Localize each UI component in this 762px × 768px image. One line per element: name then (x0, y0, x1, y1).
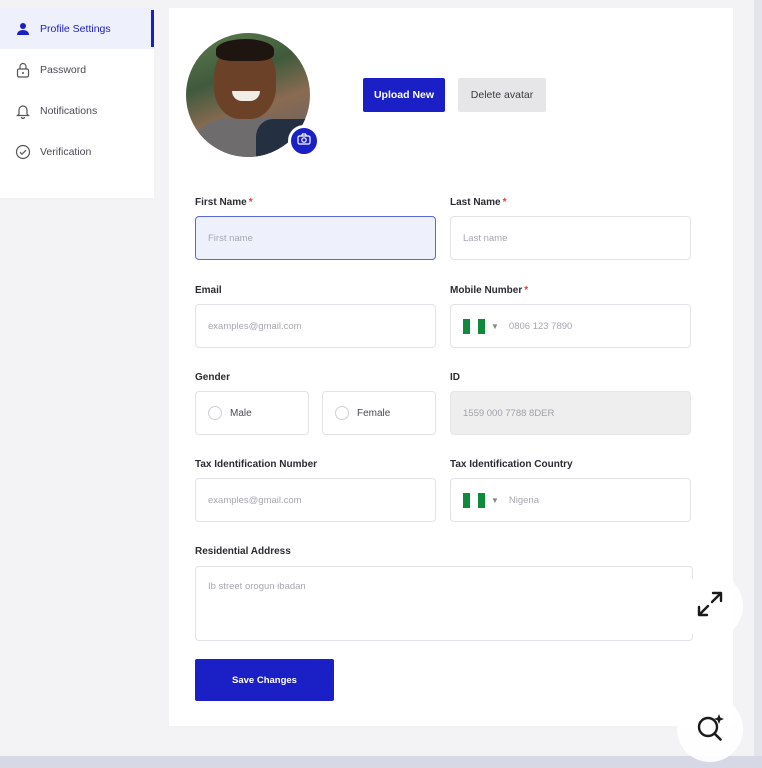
radio-button[interactable] (335, 406, 349, 420)
camera-icon (297, 132, 311, 150)
residential-address-textarea[interactable]: Ib street orogun ibadan (195, 566, 693, 641)
last-name-label: Last Name * (450, 197, 507, 208)
nigeria-flag-icon[interactable] (463, 492, 485, 508)
id-value: 1559 000 7788 8DER (463, 407, 555, 419)
profile-settings-card: Upload New Delete avatar First Name * Fir… (169, 8, 733, 726)
sidebar-item-verification[interactable]: Verification (0, 131, 154, 172)
residential-address-label: Residential Address (195, 546, 291, 557)
sidebar-item-label: Notifications (40, 104, 98, 117)
window-edge (754, 0, 762, 768)
ai-search-button[interactable] (677, 696, 743, 762)
sidebar-item-label: Profile Settings (40, 22, 111, 35)
check-circle-icon (14, 143, 32, 161)
settings-sidebar: Profile Settings Password Notifications … (0, 8, 154, 198)
nigeria-flag-icon[interactable] (463, 318, 485, 334)
first-name-input[interactable]: First name (195, 216, 436, 260)
sidebar-item-label: Password (40, 63, 87, 76)
id-field: 1559 000 7788 8DER (450, 391, 691, 435)
tax-id-number-label: Tax Identification Number (195, 459, 318, 470)
delete-avatar-button[interactable]: Delete avatar (458, 78, 546, 112)
residential-address-placeholder: Ib street orogun ibadan (208, 581, 306, 592)
gender-option-male[interactable]: Male (195, 391, 309, 435)
gender-option-label: Female (357, 407, 391, 419)
tax-id-number-input[interactable]: examples@gmail.com (195, 478, 436, 522)
sidebar-item-label: Verification (40, 145, 92, 158)
lock-icon (14, 61, 32, 79)
chevron-down-icon[interactable]: ▼ (491, 322, 499, 331)
email-placeholder: examples@gmail.com (208, 320, 302, 332)
mobile-number-field[interactable]: ▼ 0806 123 7890 (450, 304, 691, 348)
gender-option-label: Male (230, 407, 252, 419)
search-sparkle-icon (693, 710, 727, 749)
last-name-input[interactable]: Last name (450, 216, 691, 260)
mobile-number-label: Mobile Number * (450, 285, 529, 296)
upload-avatar-button[interactable]: Upload New (363, 78, 445, 112)
last-name-placeholder: Last name (463, 232, 508, 244)
change-avatar-button[interactable] (288, 125, 320, 157)
email-field[interactable]: examples@gmail.com (195, 304, 436, 348)
sidebar-item-profile-settings[interactable]: Profile Settings (0, 8, 154, 49)
tax-id-country-label: Tax Identification Country (450, 459, 573, 470)
avatar-section (186, 33, 320, 159)
tax-id-country-value: Nigeria (508, 494, 540, 506)
save-changes-button[interactable]: Save Changes (195, 659, 334, 701)
mobile-number-placeholder: 0806 123 7890 (508, 320, 573, 332)
expand-button[interactable] (677, 573, 743, 639)
first-name-label: First Name * (195, 197, 253, 208)
tax-id-number-placeholder: examples@gmail.com (208, 494, 302, 506)
user-icon (14, 20, 32, 38)
gender-option-female[interactable]: Female (322, 391, 436, 435)
radio-button[interactable] (208, 406, 222, 420)
expand-icon (693, 587, 727, 626)
window-bottom-bar (0, 756, 762, 768)
first-name-placeholder: First name (208, 232, 253, 244)
bell-icon (14, 102, 32, 120)
chevron-down-icon[interactable]: ▼ (491, 496, 499, 505)
sidebar-item-password[interactable]: Password (0, 49, 154, 90)
tax-id-country-select[interactable]: ▼ Nigeria (450, 478, 691, 522)
sidebar-item-notifications[interactable]: Notifications (0, 90, 154, 131)
email-label: Email (195, 285, 222, 296)
gender-label: Gender (195, 372, 231, 383)
id-label: ID (450, 372, 460, 383)
